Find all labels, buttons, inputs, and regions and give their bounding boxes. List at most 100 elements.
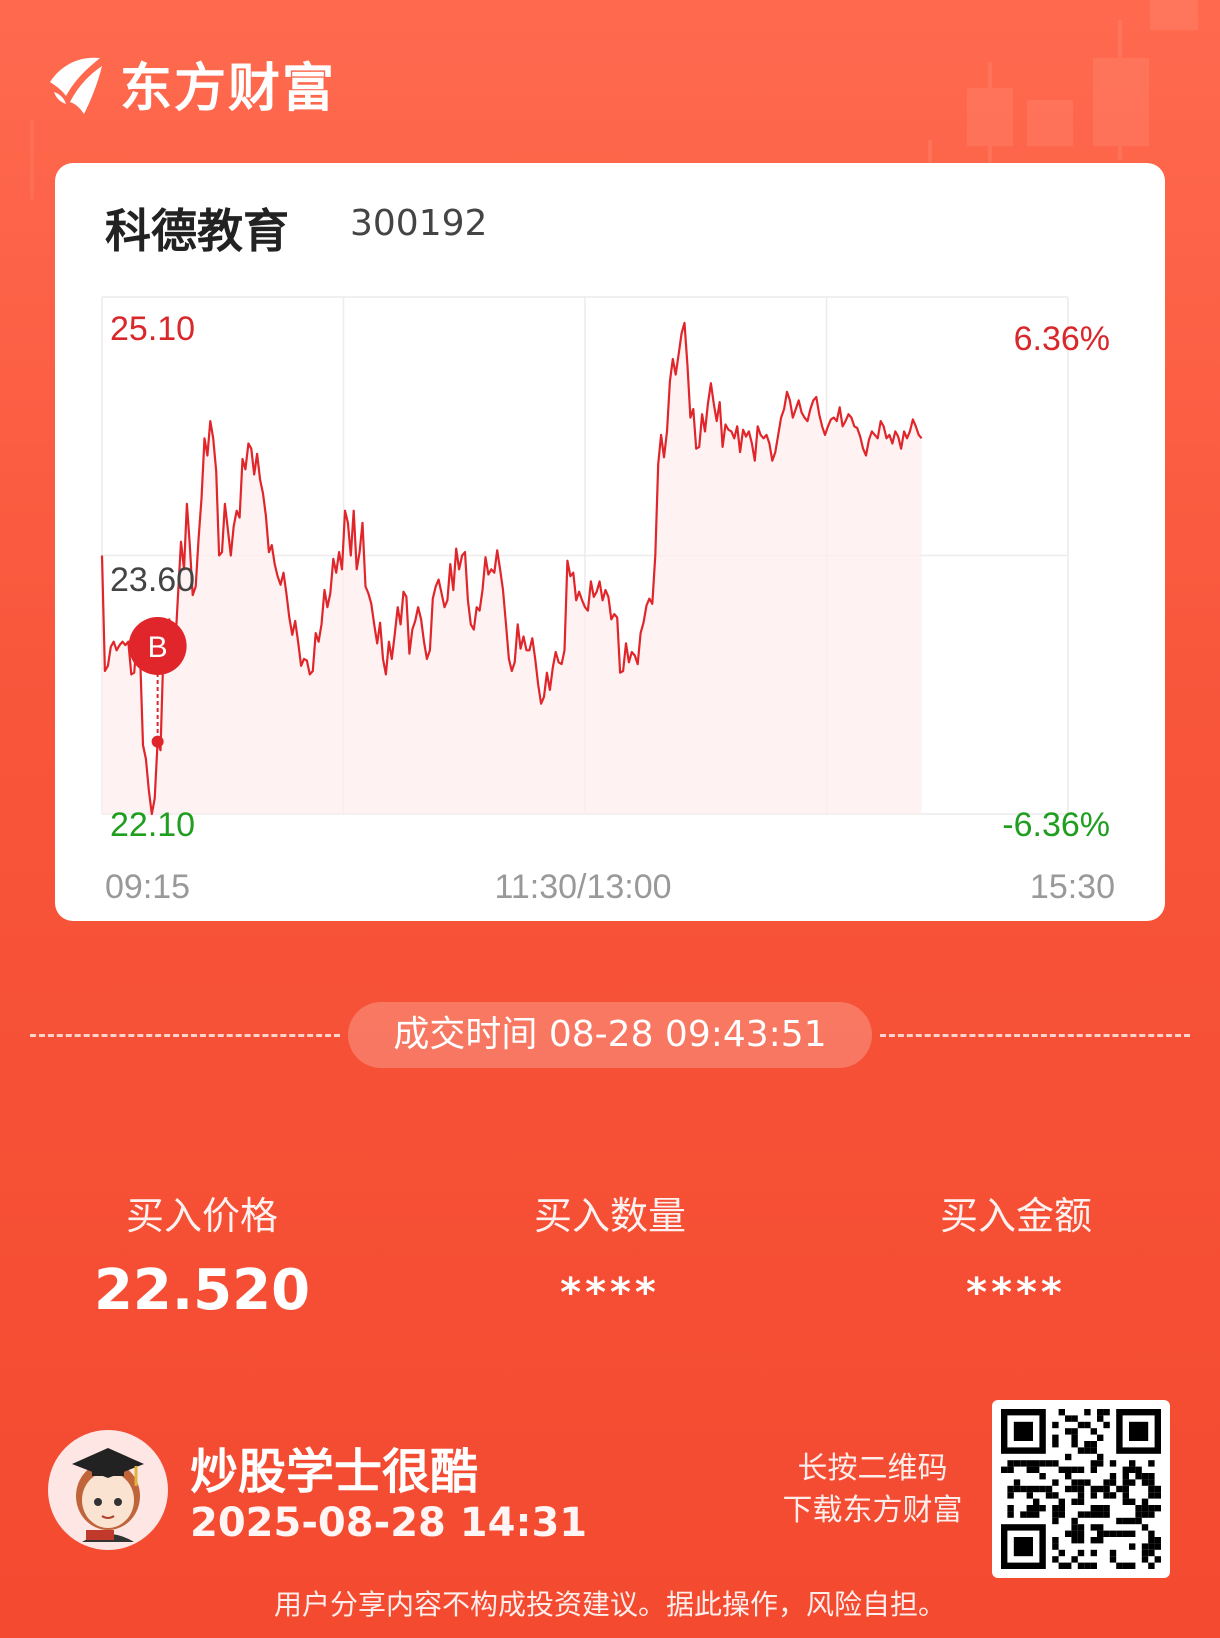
buy-price-label: 买入价格 <box>125 1194 278 1238</box>
qr-module <box>1065 1485 1072 1493</box>
qr-module <box>1033 1460 1040 1467</box>
qr-module <box>1148 1473 1155 1480</box>
qr-module <box>1077 1562 1085 1569</box>
qr-module <box>1020 1511 1027 1518</box>
qr-module <box>1039 1473 1046 1480</box>
qr-module <box>1141 1524 1149 1531</box>
qr-module <box>1026 1511 1033 1518</box>
qr-module <box>1084 1421 1091 1429</box>
qr-module <box>1052 1511 1059 1518</box>
qr-module <box>1097 1537 1104 1544</box>
qr-module <box>1077 1492 1085 1499</box>
qr-module <box>1071 1428 1078 1435</box>
qr-module <box>1007 1492 1014 1499</box>
y-label-min: 22.10 <box>110 806 195 844</box>
qr-module <box>1103 1485 1110 1493</box>
qr-module <box>1141 1543 1149 1550</box>
qr-module <box>1071 1485 1078 1493</box>
qr-module <box>1129 1530 1136 1537</box>
buy-price-block: 买入价格 22.520 <box>52 1185 352 1323</box>
qr-module <box>1141 1556 1149 1563</box>
trade-time-value: 08-28 09:43:51 <box>548 1014 827 1055</box>
qr-module <box>1154 1556 1161 1563</box>
stock-chart-card[interactable]: 科德教育 300192 B 25.10 23.60 22.10 6.36% -6… <box>55 163 1165 921</box>
qr-module <box>1090 1505 1097 1512</box>
qr-module <box>1097 1505 1104 1512</box>
pct-label-min: -6.36% <box>1002 806 1110 844</box>
x-label-mid: 11:30/13:00 <box>494 868 671 906</box>
qr-code[interactable] <box>992 1400 1170 1578</box>
qr-module <box>1129 1517 1136 1525</box>
qr-module <box>1071 1524 1078 1531</box>
buy-quantity-block: 买入数量 **** <box>460 1185 760 1316</box>
qr-module <box>1001 1466 1008 1473</box>
qr-module <box>1097 1460 1104 1467</box>
qr-module <box>1116 1530 1123 1537</box>
qr-module <box>1103 1492 1110 1499</box>
qr-module <box>1020 1485 1027 1493</box>
x-label-end: 15:30 <box>1030 868 1115 906</box>
qr-module <box>1071 1498 1078 1505</box>
buy-amount-block: 买入金额 **** <box>866 1185 1166 1316</box>
qr-module <box>1129 1479 1136 1486</box>
qr-module <box>1116 1517 1123 1525</box>
qr-module <box>1148 1492 1155 1499</box>
qr-module <box>1148 1543 1155 1550</box>
qr-module <box>1090 1549 1097 1557</box>
qr-module <box>1135 1505 1142 1512</box>
intraday-chart: B 25.10 23.60 22.10 6.36% -6.36% 09:15 1… <box>100 296 1115 906</box>
qr-module <box>1122 1466 1129 1473</box>
qr-module <box>1135 1466 1142 1473</box>
qr-module <box>1090 1524 1097 1531</box>
qr-module <box>1058 1562 1065 1569</box>
qr-module <box>1039 1485 1046 1493</box>
qr-module <box>1122 1492 1129 1499</box>
qr-module <box>1135 1517 1142 1525</box>
qr-module <box>1122 1473 1129 1480</box>
qr-module <box>1033 1485 1040 1493</box>
qr-hint-line2: 下载东方财富 <box>782 1493 963 1528</box>
qr-module <box>1097 1485 1104 1493</box>
qr-module <box>1077 1530 1085 1537</box>
pct-label-max: 6.36% <box>1014 320 1110 358</box>
qr-module <box>1097 1409 1104 1416</box>
qr-module <box>1052 1543 1059 1550</box>
qr-module <box>1109 1492 1117 1499</box>
qr-module <box>1148 1485 1155 1493</box>
qr-module <box>1109 1460 1117 1467</box>
qr-hint-line1: 长按二维码 <box>797 1451 948 1486</box>
buy-point-dot <box>151 735 164 748</box>
qr-module <box>1045 1485 1053 1493</box>
qr-module <box>1071 1434 1078 1441</box>
qr-module <box>1077 1524 1085 1531</box>
qr-module <box>1065 1428 1072 1435</box>
qr-module <box>1058 1505 1065 1512</box>
qr-module <box>1045 1460 1053 1467</box>
qr-module <box>1084 1441 1091 1448</box>
qr-module <box>1122 1517 1129 1525</box>
qr-module <box>1090 1460 1097 1467</box>
qr-module <box>1148 1562 1155 1569</box>
user-avatar[interactable] <box>48 1430 168 1550</box>
qr-module <box>1141 1473 1149 1480</box>
qr-module <box>1007 1505 1014 1512</box>
qr-module <box>1109 1530 1117 1537</box>
qr-module <box>1154 1543 1161 1550</box>
qr-module <box>1148 1505 1155 1512</box>
qr-module <box>1141 1505 1149 1512</box>
qr-module <box>1084 1479 1091 1486</box>
qr-module <box>1084 1447 1091 1454</box>
qr-module <box>1103 1409 1110 1416</box>
qr-module <box>1065 1473 1072 1480</box>
qr-module <box>1148 1479 1155 1486</box>
qr-module <box>1033 1511 1040 1518</box>
qr-module <box>1109 1556 1117 1563</box>
qr-module <box>1052 1460 1059 1467</box>
qr-module <box>1103 1511 1110 1518</box>
qr-module <box>1084 1409 1091 1416</box>
qr-module <box>1052 1421 1059 1429</box>
qr-module <box>1084 1511 1091 1518</box>
qr-module <box>1058 1409 1065 1416</box>
y-label-mid: 23.60 <box>110 561 195 599</box>
qr-module <box>1033 1505 1040 1512</box>
